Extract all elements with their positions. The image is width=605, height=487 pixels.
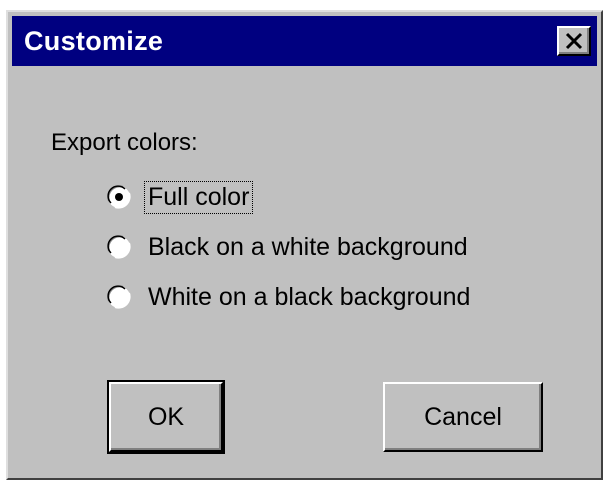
radio-label-full-color[interactable]: Full color	[144, 180, 254, 214]
close-button[interactable]	[557, 26, 591, 56]
window-title: Customize	[24, 26, 164, 56]
radio-button-black-on-white[interactable]	[106, 234, 132, 260]
radio-option-full-color[interactable]: Full color	[106, 180, 254, 214]
customize-dialog: Customize Export colors: Full color Blac…	[6, 10, 603, 480]
close-icon	[565, 32, 583, 50]
ok-button[interactable]: OK	[107, 380, 225, 454]
radio-button-white-on-black[interactable]	[106, 284, 132, 310]
title-bar[interactable]: Customize	[12, 16, 597, 66]
radio-label-black-on-white[interactable]: Black on a white background	[144, 231, 472, 264]
radio-option-white-on-black[interactable]: White on a black background	[106, 280, 474, 314]
radio-label-white-on-black[interactable]: White on a black background	[144, 281, 474, 314]
radio-option-black-on-white[interactable]: Black on a white background	[106, 230, 472, 264]
cancel-button[interactable]: Cancel	[383, 382, 543, 452]
radio-button-full-color[interactable]	[106, 184, 132, 210]
radio-selected-dot	[115, 193, 123, 201]
export-colors-label: Export colors:	[51, 129, 198, 156]
